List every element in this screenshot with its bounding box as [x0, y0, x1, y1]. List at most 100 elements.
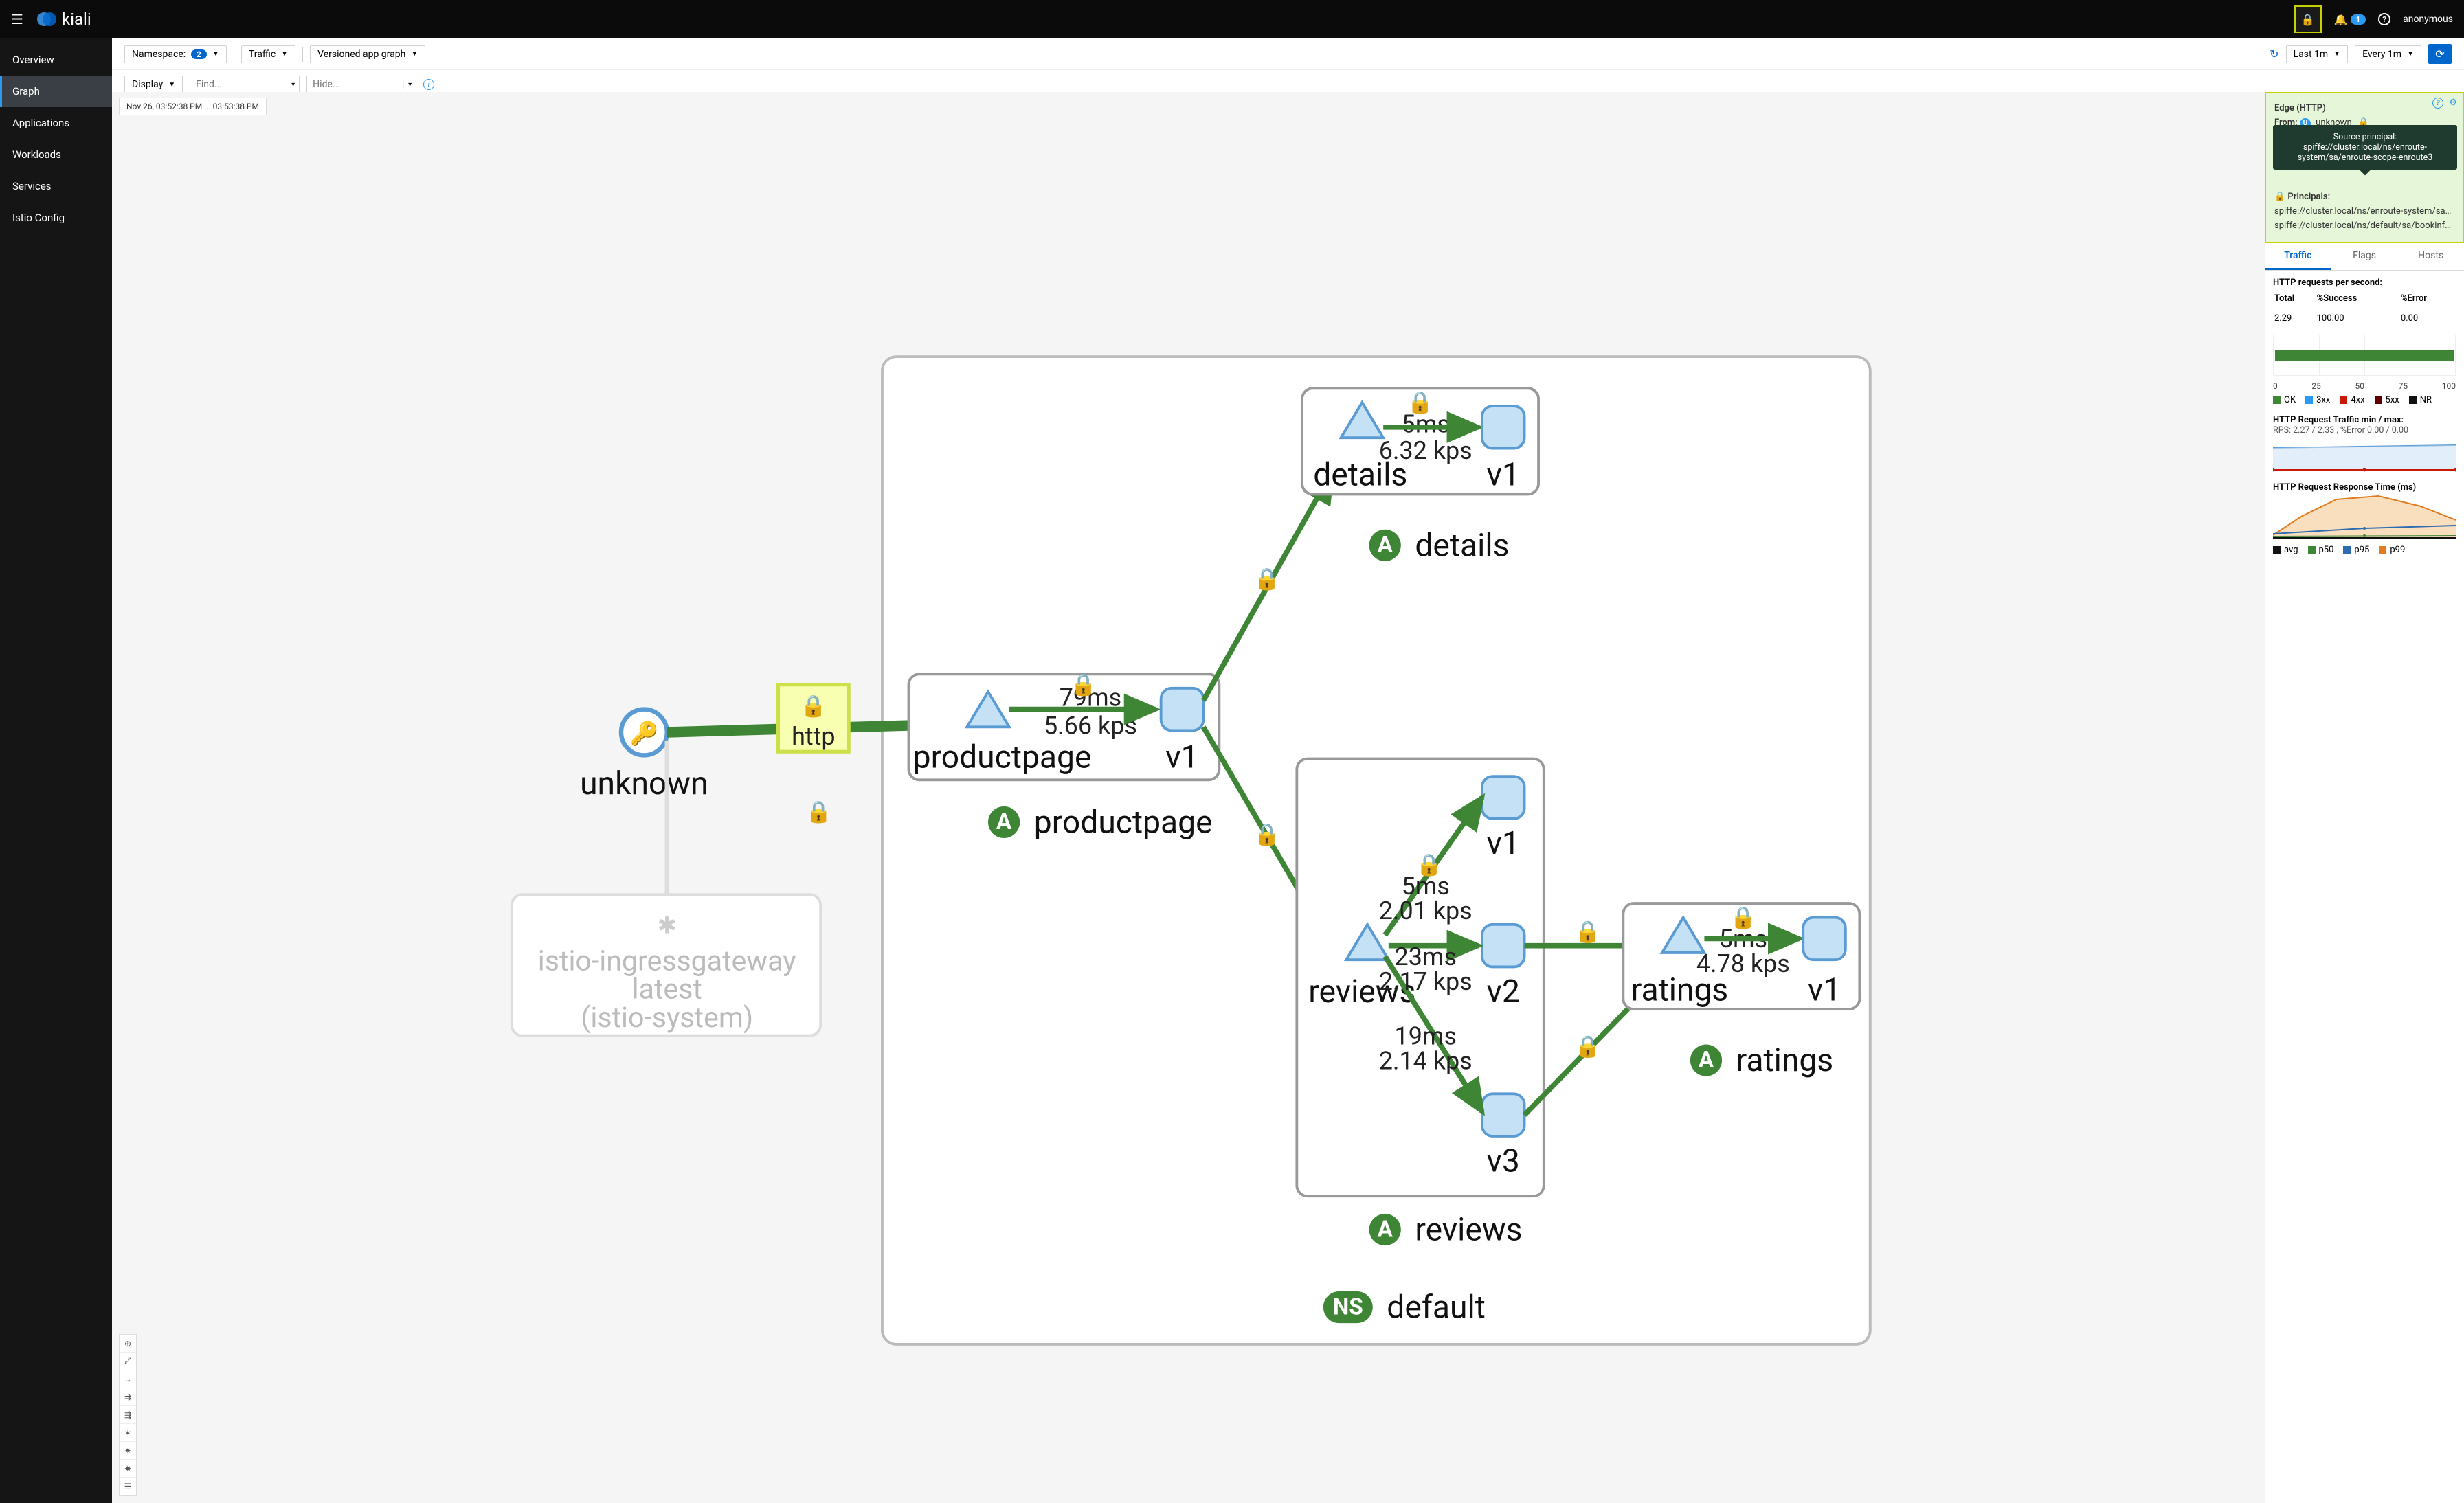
panel-settings-icon[interactable]: ⚙ — [2449, 98, 2457, 109]
traffic-label: Traffic — [249, 49, 276, 60]
table-row: 2.29 100.00 0.00 — [2274, 309, 2454, 328]
mtls-lock-button[interactable]: 🔒 — [2294, 5, 2322, 33]
svg-text:ratings: ratings — [1736, 1042, 1834, 1079]
edge-title: Edge (HTTP) — [2274, 103, 2326, 113]
username-label[interactable]: anonymous — [2403, 14, 2453, 25]
traffic-selector[interactable]: Traffic ▼ — [241, 45, 295, 63]
svg-text:A: A — [1699, 1047, 1714, 1074]
help-button[interactable]: ? — [2378, 13, 2390, 25]
display-selector[interactable]: Display ▼ — [124, 76, 183, 93]
svg-text:2.14 kps: 2.14 kps — [1379, 1046, 1472, 1075]
mtls-lock-icon-dim: 🔒 — [805, 799, 831, 824]
brand-logo-icon — [37, 10, 56, 29]
svg-text:v1: v1 — [1487, 825, 1520, 862]
find-hide-help-icon[interactable]: i — [423, 79, 434, 90]
svg-text:NS: NS — [1333, 1293, 1363, 1320]
namespace-label: Namespace: — [132, 49, 186, 60]
svg-text:v1: v1 — [1808, 971, 1841, 1008]
status-legend: OK 3xx 4xx 5xx NR — [2273, 395, 2456, 405]
brand-logo[interactable]: kiali — [37, 10, 91, 29]
td-error: 0.00 — [2401, 309, 2454, 328]
svg-text:details: details — [1313, 457, 1407, 494]
find-dropdown-toggle[interactable]: ▾ — [287, 81, 299, 89]
layout-4-button[interactable]: ✶ — [120, 1424, 136, 1442]
workload-square-icon[interactable] — [1482, 776, 1525, 819]
replay-icon[interactable]: ↻ — [2270, 47, 2278, 60]
refresh-interval-selector[interactable]: Every 1m ▼ — [2355, 45, 2421, 63]
minmax-chart — [2273, 438, 2456, 473]
graph-type-selector[interactable]: Versioned app graph ▼ — [310, 45, 425, 63]
principal-2[interactable]: spiffe://cluster.local/ns/default/sa/boo… — [2274, 221, 2454, 231]
masthead-tools: 🔒 🔔 1 ? anonymous — [2294, 5, 2453, 33]
sidebar-item-overview[interactable]: Overview — [0, 44, 112, 76]
workload-square-icon[interactable] — [1482, 925, 1525, 967]
namespace-count-badge: 2 — [191, 49, 207, 59]
productpage-label: productpage — [913, 738, 1092, 776]
tab-hosts[interactable]: Hosts — [2397, 243, 2464, 270]
svg-text:productpage: productpage — [1034, 804, 1213, 841]
layout-5-button[interactable]: ✷ — [120, 1442, 136, 1460]
svg-text:2.01 kps: 2.01 kps — [1379, 896, 1472, 925]
app-badge-ratings[interactable]: A ratings — [1690, 1042, 1833, 1079]
zoom-button[interactable]: ⤢ — [120, 1353, 136, 1370]
svg-text:2.17 kps: 2.17 kps — [1379, 967, 1472, 996]
svg-text:default: default — [1387, 1289, 1486, 1326]
status-distribution-chart — [2273, 335, 2456, 376]
svg-text:🔒: 🔒 — [1575, 1033, 1601, 1059]
edge-summary-section: ? ⚙ Edge (HTTP) From: U unknown 🔒 To: So… — [2265, 92, 2464, 243]
legend-toggle-button[interactable]: ☰ — [120, 1478, 136, 1495]
notifications-count: 1 — [2351, 14, 2366, 25]
graph-svg[interactable]: 🔑 unknown 🔒 http 🔒 ✱ istio-ingressgatewa… — [112, 92, 2464, 1503]
hamburger-icon[interactable]: ☰ — [11, 11, 23, 27]
svg-text:A: A — [1378, 532, 1393, 558]
app-badge-details[interactable]: A details — [1369, 527, 1510, 564]
find-input[interactable] — [190, 76, 287, 93]
notifications-button[interactable]: 🔔 1 — [2334, 13, 2366, 26]
bell-icon: 🔔 — [2334, 13, 2348, 26]
principals-label: Principals: — [2287, 192, 2330, 202]
sidebar-item-applications[interactable]: Applications — [0, 107, 112, 139]
sidebar-item-services[interactable]: Services — [0, 170, 112, 202]
workload-square-icon[interactable] — [1482, 1094, 1525, 1136]
td-success: 100.00 — [2317, 309, 2399, 328]
graph-type-label: Versioned app graph — [317, 49, 405, 60]
layout-2-button[interactable]: ⇉ — [120, 1388, 136, 1406]
panel-help-icon[interactable]: ? — [2432, 98, 2443, 109]
tab-flags[interactable]: Flags — [2331, 243, 2398, 270]
caret-down-icon: ▼ — [2407, 50, 2414, 58]
svg-text:🔑: 🔑 — [630, 719, 659, 747]
workload-square-icon[interactable] — [1803, 918, 1846, 960]
layout-1-button[interactable]: → — [120, 1370, 136, 1388]
principal-1[interactable]: spiffe://cluster.local/ns/enroute-system… — [2274, 206, 2454, 216]
tab-traffic[interactable]: Traffic — [2265, 243, 2331, 270]
th-success: %Success — [2317, 293, 2399, 308]
main-content: Namespace: 2 ▼ Traffic ▼ Versioned app g… — [112, 38, 2464, 1503]
hide-dropdown-toggle[interactable]: ▾ — [403, 81, 416, 89]
app-badge-reviews[interactable]: A reviews — [1369, 1211, 1523, 1248]
side-panel: ? ⚙ Edge (HTTP) From: U unknown 🔒 To: So… — [2265, 92, 2464, 1503]
caret-down-icon: ▼ — [411, 50, 418, 58]
graph-canvas-area: Nov 26, 03:52:38 PM ... 03:53:38 PM 🔑 un… — [112, 92, 2464, 1503]
namespace-badge[interactable]: NS default — [1323, 1289, 1486, 1326]
hide-input[interactable] — [307, 76, 403, 93]
layout-3-button[interactable]: ⇶ — [120, 1406, 136, 1424]
fit-button[interactable]: ⊕ — [120, 1335, 136, 1353]
svg-text:🔒: 🔒 — [1254, 566, 1280, 591]
workload-square-icon[interactable] — [1161, 688, 1204, 731]
workload-square-icon[interactable] — [1482, 406, 1525, 449]
svg-text:v2: v2 — [1487, 973, 1520, 1010]
time-range-selector[interactable]: Last 1m ▼ — [2286, 45, 2349, 63]
td-total: 2.29 — [2274, 309, 2316, 328]
refresh-button[interactable]: ⟳ — [2428, 44, 2452, 64]
namespace-selector[interactable]: Namespace: 2 ▼ — [124, 45, 227, 63]
lock-icon: 🔒 — [2301, 13, 2315, 26]
graph-toolbar-primary: Namespace: 2 ▼ Traffic ▼ Versioned app g… — [112, 38, 2464, 70]
nav-sidebar: Overview Graph Applications Workloads Se… — [0, 38, 112, 1503]
svg-text:A: A — [1378, 1216, 1393, 1243]
sidebar-item-graph[interactable]: Graph — [0, 76, 112, 107]
rps-section-title: HTTP requests per second: — [2273, 278, 2456, 288]
sidebar-item-workloads[interactable]: Workloads — [0, 139, 112, 170]
caret-down-icon: ▼ — [2333, 50, 2340, 58]
sidebar-item-istio-config[interactable]: Istio Config — [0, 202, 112, 234]
layout-6-button[interactable]: ✸ — [120, 1460, 136, 1478]
